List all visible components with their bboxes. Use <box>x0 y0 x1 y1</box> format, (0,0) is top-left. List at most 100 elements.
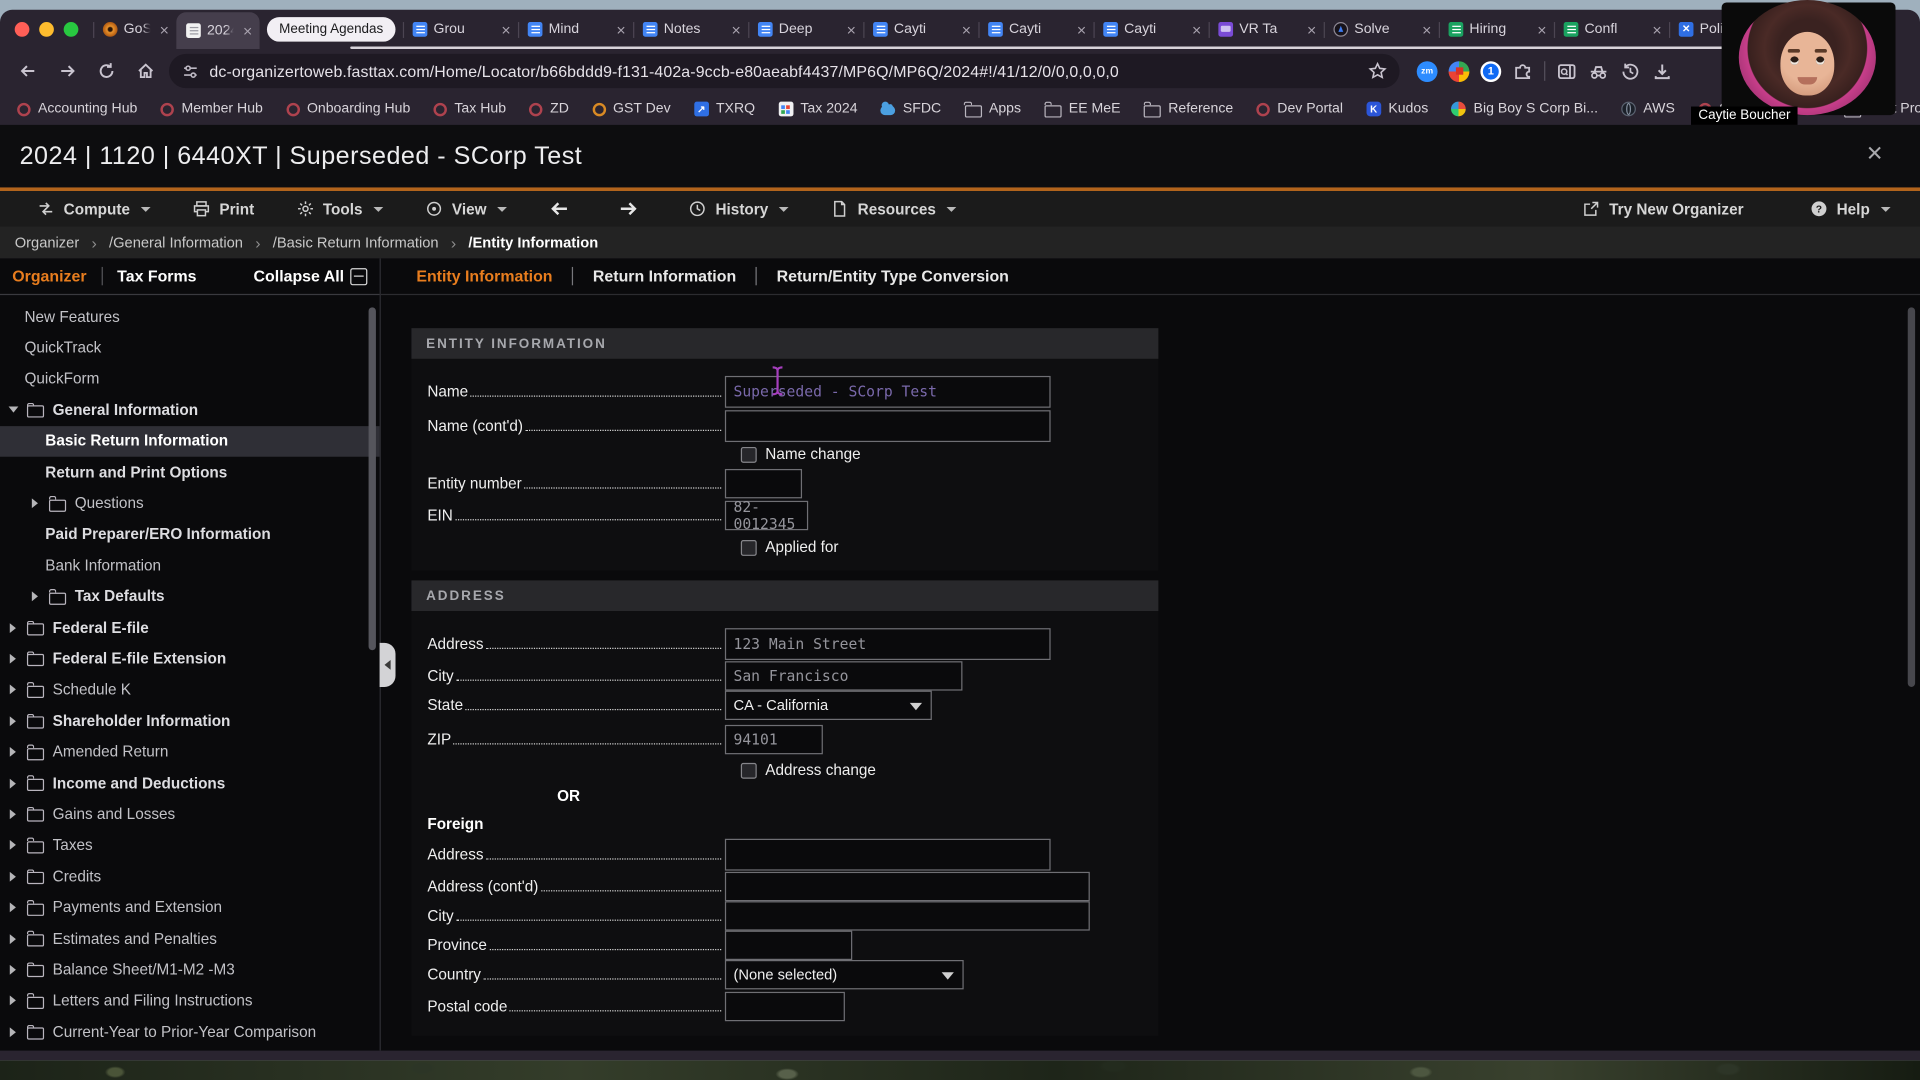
tab-close-icon[interactable]: × <box>1305 21 1319 37</box>
prev-arrow-icon[interactable] <box>549 200 570 218</box>
state-select[interactable]: CA - California <box>725 691 932 720</box>
url-text[interactable]: dc-organizertoweb.fasttax.com/Home/Locat… <box>209 62 1358 80</box>
compute-menu[interactable]: Compute <box>37 200 151 218</box>
bookmark[interactable]: Reference <box>1144 101 1233 117</box>
sidebar-item[interactable]: QuickForm <box>0 363 380 394</box>
city-input[interactable]: San Francisco <box>725 661 963 690</box>
caret-right-icon[interactable] <box>10 747 16 757</box>
onepassword-extension-icon[interactable]: 1 <box>1480 61 1501 82</box>
sidebar-item[interactable]: Federal E-file Extension <box>0 643 380 674</box>
caret-right-icon[interactable] <box>10 996 16 1006</box>
sidebar-item[interactable]: Taxes <box>0 830 380 861</box>
tab-group-chip[interactable]: Meeting Agendas <box>267 17 396 41</box>
foreign-city-input[interactable] <box>725 901 1090 930</box>
sidebar-item[interactable]: New Features <box>0 301 380 332</box>
tab-close-icon[interactable]: × <box>844 21 858 37</box>
bookmark[interactable]: SFDC <box>881 102 941 117</box>
sidebar-item[interactable]: Informational Forms <box>0 1047 380 1050</box>
bookmark[interactable]: Apps <box>964 101 1021 117</box>
caret-right-icon[interactable] <box>32 592 38 602</box>
breadcrumb-item[interactable]: /General Information <box>109 234 243 251</box>
breadcrumb-item[interactable]: Organizer <box>15 234 80 251</box>
collapse-all-button[interactable]: Collapse All <box>254 267 368 285</box>
postal-code-input[interactable] <box>725 992 845 1021</box>
incognito-icon[interactable] <box>1588 61 1609 82</box>
bookmark[interactable]: Dev Portal <box>1256 102 1343 117</box>
browser-tab[interactable]: Cayti × <box>978 13 1093 45</box>
bookmark[interactable]: Accounting Hub <box>17 102 137 117</box>
browser-tab[interactable]: Cayti × <box>863 13 978 45</box>
main-scrollbar[interactable] <box>1908 307 1915 687</box>
side-panel-search-icon[interactable] <box>1556 61 1577 82</box>
foreign-address-contd-input[interactable] <box>725 872 1090 901</box>
bookmark[interactable]: ↗TXRQ <box>694 102 755 117</box>
bookmark[interactable]: Member Hub <box>161 102 263 117</box>
browser-tab[interactable]: Cayti × <box>1093 13 1208 45</box>
print-button[interactable]: Print <box>192 200 254 218</box>
country-select[interactable]: (None selected) <box>725 960 964 989</box>
forward-icon[interactable] <box>51 55 83 87</box>
sidebar-item[interactable]: Bank Information <box>0 550 380 581</box>
caret-right-icon[interactable] <box>10 685 16 695</box>
browser-tab[interactable]: Mind × <box>518 13 633 45</box>
view-menu[interactable]: View <box>425 200 507 218</box>
browser-tab[interactable]: Confl × <box>1554 13 1669 45</box>
tab-close-icon[interactable]: × <box>499 21 513 37</box>
foreign-address-input[interactable] <box>725 839 1051 871</box>
bookmark[interactable]: Tax Hub <box>434 102 506 117</box>
sidebar-item[interactable]: Balance Sheet/M1-M2 -M3 <box>0 954 380 985</box>
sidebar-item[interactable]: Paid Preparer/ERO Information <box>0 519 380 550</box>
history-menu[interactable]: History <box>689 200 790 218</box>
sidebar-collapse-handle[interactable] <box>380 643 396 687</box>
history-icon[interactable] <box>1620 61 1641 82</box>
tab-entity-information[interactable]: Entity Information <box>416 267 552 285</box>
tab-close-icon[interactable]: × <box>1189 21 1203 37</box>
tab-close-icon[interactable]: × <box>1074 21 1088 37</box>
caret-right-icon[interactable] <box>10 840 16 850</box>
sidebar-tab-tax-forms[interactable]: Tax Forms <box>117 267 196 285</box>
caret-right-icon[interactable] <box>10 809 16 819</box>
tab-close-icon[interactable]: × <box>1650 21 1664 37</box>
bookmark[interactable]: GST Dev <box>592 102 670 117</box>
window-minimize-button[interactable] <box>39 22 54 37</box>
caret-right-icon[interactable] <box>32 498 38 508</box>
tab-close-icon[interactable]: × <box>614 21 628 37</box>
bookmark[interactable]: AWS <box>1621 102 1675 117</box>
browser-tab[interactable]: Solve × <box>1324 13 1439 45</box>
sidebar-item[interactable]: Schedule K <box>0 674 380 705</box>
sidebar-item[interactable]: Gains and Losses <box>0 799 380 830</box>
try-new-organizer-button[interactable]: Try New Organizer <box>1582 200 1743 218</box>
caret-right-icon[interactable] <box>10 623 16 633</box>
breadcrumb-item[interactable]: /Basic Return Information <box>273 234 439 251</box>
sidebar-item[interactable]: Current-Year to Prior-Year Comparison <box>0 1016 380 1047</box>
address-bar[interactable]: dc-organizertoweb.fasttax.com/Home/Locat… <box>169 54 1400 88</box>
downloads-icon[interactable] <box>1652 61 1673 82</box>
sidebar-item[interactable]: Payments and Extension <box>0 892 380 923</box>
tab-close-icon[interactable]: × <box>157 21 171 37</box>
browser-tab[interactable]: Grou × <box>403 13 518 45</box>
zoom-extension-icon[interactable]: zm <box>1417 61 1438 82</box>
browser-tab[interactable]: Notes × <box>633 13 748 45</box>
caret-right-icon[interactable] <box>10 1027 16 1037</box>
bookmark[interactable]: ZD <box>529 102 569 117</box>
bookmark[interactable]: Tax 2024 <box>778 102 857 117</box>
name-change-checkbox[interactable] <box>741 446 757 462</box>
caret-right-icon[interactable] <box>10 934 16 944</box>
bookmark[interactable]: Big Boy S Corp Bi... <box>1452 102 1598 117</box>
reload-icon[interactable] <box>91 55 123 87</box>
sidebar-item[interactable]: Estimates and Penalties <box>0 923 380 954</box>
meet-extension-icon[interactable] <box>1449 61 1470 82</box>
address-input[interactable]: 123 Main Street <box>725 628 1051 660</box>
sidebar-item[interactable]: General Information <box>0 394 380 425</box>
applied-for-checkbox[interactable] <box>741 539 757 555</box>
caret-right-icon[interactable] <box>10 903 16 913</box>
browser-tab[interactable]: Hiring × <box>1439 13 1554 45</box>
browser-tab[interactable]: GoSy × <box>93 13 176 45</box>
tab-close-icon[interactable]: × <box>1420 21 1434 37</box>
sidebar-item[interactable]: QuickTrack <box>0 332 380 363</box>
sidebar-item[interactable]: Amended Return <box>0 736 380 767</box>
browser-tab[interactable]: VR Ta × <box>1209 13 1324 45</box>
close-icon[interactable]: ✕ <box>1866 142 1883 166</box>
window-zoom-button[interactable] <box>64 22 79 37</box>
bookmark-star-icon[interactable] <box>1368 61 1388 81</box>
